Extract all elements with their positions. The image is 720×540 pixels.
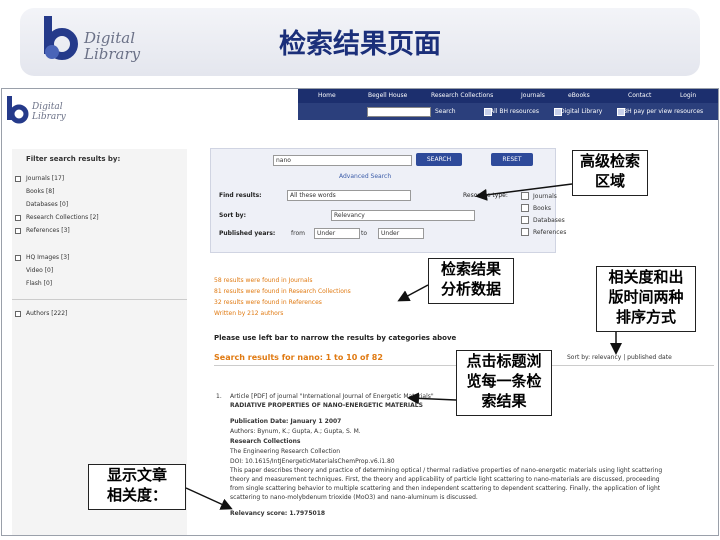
scope-all-radio[interactable]: [484, 108, 492, 116]
sort-label: Sort by:: [219, 212, 246, 219]
summary-references[interactable]: 32 results were found in References: [214, 299, 322, 306]
filter-toggle-collections[interactable]: [15, 215, 21, 221]
result-collection-label: Research Collections: [230, 438, 301, 445]
filter-toggle-hq-images[interactable]: [15, 255, 21, 261]
resource-journals-checkbox[interactable]: [521, 192, 529, 200]
nav-home[interactable]: Home: [318, 92, 336, 99]
query-input[interactable]: nano: [273, 155, 412, 166]
nav-ebooks[interactable]: eBooks: [568, 92, 590, 99]
resource-references-checkbox[interactable]: [521, 228, 529, 236]
top-nav: Home Begell House Research Collections J…: [298, 89, 718, 103]
results-heading: Search results for nano: 1 to 10 of 82: [214, 353, 383, 362]
result-collection[interactable]: The Engineering Research Collection: [230, 448, 340, 455]
advanced-search-panel: nano SEARCH RESET Advanced Search Find r…: [210, 148, 566, 253]
search-button[interactable]: SEARCH: [416, 153, 462, 166]
from-label: from: [291, 230, 305, 237]
years-label: Published years:: [219, 230, 276, 237]
callout-analysis: 检索结果 分析数据: [428, 258, 514, 304]
resource-journals-label: Journals: [533, 193, 557, 200]
sidebar-divider: [12, 299, 187, 300]
filter-databases[interactable]: Databases [0]: [26, 201, 68, 208]
nav-contact[interactable]: Contact: [628, 92, 651, 99]
result-relevancy-score: Relevancy score: 1.7975018: [230, 510, 326, 517]
result-abstract-4: scattering to nano-molybdenum trioxide (…: [230, 494, 478, 501]
filter-research-collections[interactable]: Research Collections [2]: [26, 214, 99, 221]
filter-hq-images[interactable]: HQ Images [3]: [26, 254, 69, 261]
result-doi[interactable]: DOI: 10.1615/IntJEnergeticMaterialsChemP…: [230, 458, 395, 465]
result-number: 1.: [216, 393, 222, 400]
filter-toggle-references[interactable]: [15, 228, 21, 234]
resource-databases-label: Databases: [533, 217, 565, 224]
filter-toggle-authors[interactable]: [15, 311, 21, 317]
callout-relevancy: 显示文章 相关度：: [88, 464, 186, 510]
result-pub-date: Publication Date: January 1 2007: [230, 418, 342, 425]
site-logo-icon: [7, 96, 29, 124]
sort-by-links[interactable]: Sort by: relevancy | published date: [567, 354, 672, 361]
callout-advanced-area: 高级检索 区域: [572, 150, 648, 196]
resource-references-label: References: [533, 229, 567, 236]
filter-title: Filter search results by:: [26, 155, 121, 163]
find-select[interactable]: All these words: [287, 190, 411, 201]
callout-click-title: 点击标题浏 览每一条检 索结果: [456, 350, 552, 416]
resource-books-checkbox[interactable]: [521, 204, 529, 212]
find-label: Find results:: [219, 192, 262, 199]
slide-title: 检索结果页面: [279, 29, 441, 60]
site-search-button[interactable]: Search: [435, 108, 456, 115]
summary-collections[interactable]: 81 results were found in Research Collec…: [214, 288, 351, 295]
result-title[interactable]: RADIATIVE PROPERTIES OF NANO-ENERGETIC M…: [230, 402, 423, 409]
callout-sort-modes: 相关度和出 版时间两种 排序方式: [596, 266, 696, 332]
advanced-search-link[interactable]: Advanced Search: [339, 173, 391, 180]
resource-databases-checkbox[interactable]: [521, 216, 529, 224]
result-authors[interactable]: Authors: Bynum, K.; Gupta, A.; Gupta, S.…: [230, 428, 361, 435]
result-type-line[interactable]: Article [PDF] of journal "International …: [230, 393, 434, 400]
result-abstract-2: theory and measurement techniques. First…: [230, 476, 660, 483]
filter-references[interactable]: References [3]: [26, 227, 70, 234]
result-abstract-1: This paper describes theory and practice…: [230, 467, 663, 474]
nav-begell-house[interactable]: Begell House: [368, 92, 407, 99]
site-logo-text: Digital Library: [32, 102, 66, 122]
result-abstract-3: from single scattering behavior to multi…: [230, 485, 661, 492]
site-search-input[interactable]: [367, 107, 431, 117]
scope-digital-library[interactable]: Digital Library: [560, 108, 602, 115]
summary-authors[interactable]: Written by 212 authors: [214, 310, 283, 317]
nav-research-collections[interactable]: Research Collections: [431, 92, 493, 99]
filter-toggle-journals[interactable]: [15, 176, 21, 182]
scope-pay-per-view[interactable]: BH pay per view resources: [623, 108, 703, 115]
scope-all-bh[interactable]: All BH resources: [490, 108, 539, 115]
reset-button[interactable]: RESET: [491, 153, 533, 166]
nav-login[interactable]: Login: [680, 92, 696, 99]
from-year-select[interactable]: Under: [314, 228, 360, 239]
summary-journals[interactable]: 58 results were found in Journals: [214, 277, 312, 284]
to-label: to: [361, 230, 368, 237]
scope-ppv-radio[interactable]: [617, 108, 625, 116]
filter-flash[interactable]: Flash [0]: [26, 280, 52, 287]
resource-type-label: Resource type:: [463, 192, 508, 199]
filter-books[interactable]: Books [8]: [26, 188, 54, 195]
scope-dl-radio[interactable]: [554, 108, 562, 116]
to-year-select[interactable]: Under: [378, 228, 424, 239]
sort-select[interactable]: Relevancy: [331, 210, 475, 221]
search-bar: All BH resources Digital Library BH pay …: [298, 103, 718, 120]
filter-video[interactable]: Video [0]: [26, 267, 53, 274]
narrow-hint: Please use left bar to narrow the result…: [214, 334, 457, 342]
filter-journals[interactable]: Journals [17]: [26, 175, 64, 182]
filter-authors[interactable]: Authors [222]: [26, 310, 67, 317]
resource-books-label: Books: [533, 205, 552, 212]
nav-journals[interactable]: Journals: [521, 92, 545, 99]
